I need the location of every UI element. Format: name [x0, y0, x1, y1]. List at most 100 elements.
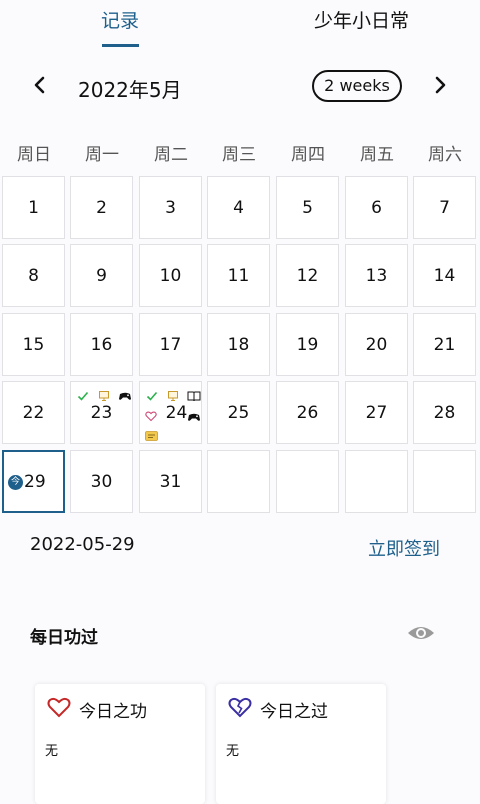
- active-tab-indicator: [102, 44, 139, 47]
- day-number: 2: [96, 198, 107, 218]
- calendar-day-empty: [207, 450, 270, 513]
- weekday-label: 周五: [360, 145, 394, 165]
- demerit-card[interactable]: 今日之过 无: [216, 684, 386, 804]
- calendar-day[interactable]: 21: [413, 313, 476, 376]
- weekday-label: 周六: [428, 145, 462, 165]
- calendar-day[interactable]: 12: [276, 244, 339, 307]
- day-number: 3: [165, 198, 176, 218]
- merit-card[interactable]: 今日之功 无: [35, 684, 205, 804]
- day-number: 9: [96, 266, 107, 286]
- calendar-day[interactable]: 18: [207, 313, 270, 376]
- today-badge: 今: [8, 475, 23, 490]
- calendar-day[interactable]: 24: [139, 381, 202, 444]
- weekday-label: 周二: [154, 145, 188, 165]
- weekday-header: 周日 周一 周二 周三 周四 周五 周六: [0, 140, 480, 165]
- calendar-day[interactable]: 30: [70, 450, 133, 513]
- weekday-label: 周日: [17, 145, 51, 165]
- monitor-icon: [98, 387, 110, 401]
- calendar-day[interactable]: 10: [139, 244, 202, 307]
- calendar-day[interactable]: 25: [207, 381, 270, 444]
- checkin-button[interactable]: 立即签到: [368, 535, 440, 561]
- day-number: 26: [296, 403, 319, 423]
- day-number: 18: [227, 335, 250, 355]
- card-title: 今日之过: [260, 702, 328, 722]
- day-number: 12: [296, 266, 319, 286]
- day-number: 7: [439, 198, 450, 218]
- day-number: 21: [433, 335, 456, 355]
- calendar-day-empty: [413, 450, 476, 513]
- day-number: 27: [365, 403, 388, 423]
- day-number: 30: [90, 472, 113, 492]
- calendar-day[interactable]: 17: [139, 313, 202, 376]
- calendar-day[interactable]: 16: [70, 313, 133, 376]
- day-number: 25: [227, 403, 250, 423]
- broken-heart-icon: [228, 696, 252, 718]
- day-number: 23: [90, 403, 113, 423]
- card-title: 今日之功: [79, 702, 147, 722]
- gamepad-icon: [118, 387, 132, 400]
- calendar-day[interactable]: 11: [207, 244, 270, 307]
- chevron-right-icon[interactable]: [428, 73, 452, 97]
- section-title: 每日功过: [30, 628, 98, 648]
- calendar-day[interactable]: 13: [345, 244, 408, 307]
- calendar-day[interactable]: 31: [139, 450, 202, 513]
- view-mode-button[interactable]: 2 weeks: [312, 70, 402, 102]
- calendar-day[interactable]: 2: [70, 176, 133, 239]
- weekday-label: 周三: [222, 145, 256, 165]
- calendar-day[interactable]: 8: [2, 244, 65, 307]
- weekday-label: 周一: [85, 145, 119, 165]
- day-number: 11: [227, 266, 250, 286]
- calendar-day[interactable]: 23: [70, 381, 133, 444]
- calendar-day[interactable]: 19: [276, 313, 339, 376]
- message-icon: [145, 427, 158, 441]
- day-number: 31: [159, 472, 182, 492]
- chevron-left-icon[interactable]: [28, 73, 52, 97]
- month-title: 2022年5月: [78, 78, 182, 102]
- calendar-day[interactable]: 27: [345, 381, 408, 444]
- day-number: 1: [28, 198, 39, 218]
- calendar-day[interactable]: 15: [2, 313, 65, 376]
- calendar-day[interactable]: 26: [276, 381, 339, 444]
- check-icon: [77, 387, 89, 401]
- day-number: 6: [371, 198, 382, 218]
- calendar-day[interactable]: 5: [276, 176, 339, 239]
- day-number: 24: [165, 403, 188, 423]
- book-icon: [187, 387, 201, 402]
- day-number: 4: [233, 198, 244, 218]
- calendar-day[interactable]: 14: [413, 244, 476, 307]
- day-number: 28: [433, 403, 456, 423]
- selected-date: 2022-05-29: [30, 534, 135, 555]
- day-number: 15: [22, 335, 45, 355]
- calendar-day-today[interactable]: 今 29: [2, 450, 65, 513]
- day-number: 14: [433, 266, 456, 286]
- eye-icon[interactable]: [406, 621, 436, 645]
- card-value: 无: [45, 744, 59, 759]
- day-number: 22: [22, 403, 45, 423]
- day-number: 16: [90, 335, 113, 355]
- day-number: 29: [24, 472, 46, 492]
- day-number: 10: [159, 266, 182, 286]
- calendar-day[interactable]: 20: [345, 313, 408, 376]
- calendar-day[interactable]: 22: [2, 381, 65, 444]
- weekday-label: 周四: [291, 145, 325, 165]
- calendar-day[interactable]: 1: [2, 176, 65, 239]
- heart-icon: [47, 696, 71, 718]
- month-navigation: 2022年5月 2 weeks: [0, 65, 480, 109]
- calendar-day[interactable]: 6: [345, 176, 408, 239]
- tab-record[interactable]: 记录: [101, 6, 139, 33]
- calendar-day[interactable]: 7: [413, 176, 476, 239]
- card-value: 无: [226, 744, 240, 759]
- day-number: 19: [296, 335, 319, 355]
- calendar-day-empty: [276, 450, 339, 513]
- calendar-day[interactable]: 4: [207, 176, 270, 239]
- calendar-day[interactable]: 28: [413, 381, 476, 444]
- calendar-day[interactable]: 3: [139, 176, 202, 239]
- day-number: 5: [302, 198, 313, 218]
- calendar-day-empty: [345, 450, 408, 513]
- monitor-icon: [167, 387, 179, 401]
- day-number: 8: [28, 266, 39, 286]
- tab-daily-routine[interactable]: 少年小日常: [314, 6, 409, 33]
- day-number: 20: [365, 335, 388, 355]
- calendar-day[interactable]: 9: [70, 244, 133, 307]
- top-tabs: 记录 少年小日常: [0, 0, 480, 50]
